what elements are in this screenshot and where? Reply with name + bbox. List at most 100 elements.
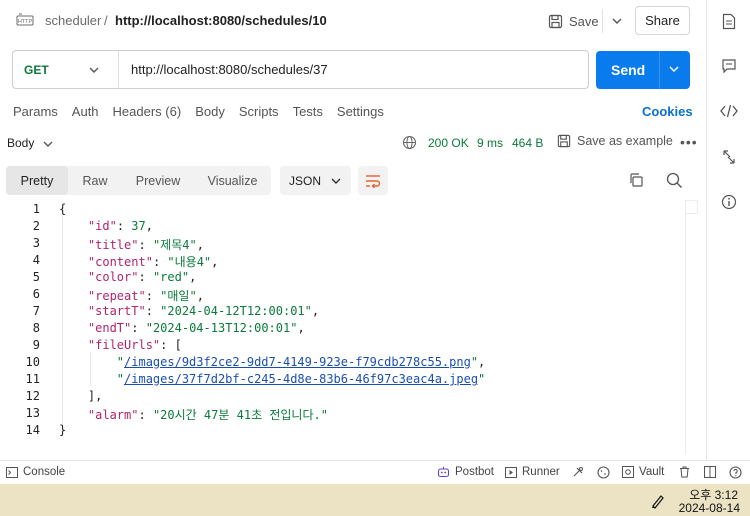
code-icon[interactable] bbox=[719, 101, 739, 121]
breadcrumb-request-name[interactable]: http://localhost:8080/schedules/10 bbox=[115, 13, 327, 28]
comments-icon[interactable] bbox=[719, 56, 739, 76]
vertical-scrollbar[interactable] bbox=[685, 200, 698, 454]
line-number: 5 bbox=[32, 270, 40, 284]
tab-preview[interactable]: Preview bbox=[122, 166, 194, 195]
line-number: 9 bbox=[32, 338, 40, 352]
url-bar: GET http://localhost:8080/schedules/37 bbox=[12, 50, 589, 89]
chevron-down-icon[interactable] bbox=[43, 135, 53, 150]
json-string: "20시간 47분 41초 전입니다." bbox=[152, 408, 328, 422]
json-key: "startT" bbox=[87, 304, 146, 318]
code-line: "/images/37f7d2bf-c245-4d8e-83b6-46f97c3… bbox=[116, 372, 486, 386]
request-header: HTTP scheduler / http://localhost:8080/s… bbox=[0, 0, 706, 42]
method-chevron-icon[interactable] bbox=[89, 61, 99, 76]
line-number: 12 bbox=[25, 389, 40, 403]
cookie-icon[interactable] bbox=[597, 466, 610, 479]
globe-icon[interactable] bbox=[402, 135, 417, 150]
line-number: 14 bbox=[25, 423, 40, 437]
response-body-code[interactable]: 1 { 2 "id": 37, 3 "title": "제목4", 4 "con… bbox=[0, 199, 706, 454]
console-button[interactable]: Console bbox=[6, 466, 65, 478]
runner-button[interactable]: Runner bbox=[505, 466, 560, 478]
send-button[interactable]: Send bbox=[596, 51, 690, 89]
tab-auth[interactable]: Auth bbox=[72, 104, 99, 122]
more-options-icon[interactable]: ••• bbox=[680, 134, 698, 150]
tab-pretty[interactable]: Pretty bbox=[6, 166, 68, 195]
pen-icon[interactable] bbox=[650, 493, 666, 509]
code-line: } bbox=[59, 423, 66, 437]
divider bbox=[602, 9, 603, 33]
tab-scripts[interactable]: Scripts bbox=[239, 104, 279, 122]
code-line: "endT": "2024-04-13T12:00:01", bbox=[87, 321, 305, 335]
breadcrumb-collection[interactable]: scheduler bbox=[45, 13, 101, 28]
save-label: Save bbox=[569, 13, 599, 29]
format-select[interactable]: JSON bbox=[280, 166, 351, 195]
save-icon bbox=[557, 134, 571, 148]
capture-icon[interactable] bbox=[572, 466, 584, 478]
vault-icon bbox=[622, 466, 634, 478]
code-line: "id": 37, bbox=[87, 219, 153, 233]
json-url-link[interactable]: /images/9d3f2ce2-9dd7-4149-923e-f79cdb27… bbox=[124, 355, 471, 369]
save-button[interactable]: Save bbox=[548, 8, 599, 34]
share-button[interactable]: Share bbox=[635, 6, 690, 35]
json-key: "alarm" bbox=[87, 408, 139, 422]
documentation-icon[interactable] bbox=[719, 11, 739, 31]
json-string: "2024-04-13T12:00:01" bbox=[145, 321, 298, 335]
code-line: "content": "내용4", bbox=[87, 255, 219, 269]
runner-icon bbox=[505, 466, 517, 478]
trash-icon[interactable] bbox=[679, 466, 690, 478]
http-icon: HTTP bbox=[16, 13, 34, 26]
tab-tests[interactable]: Tests bbox=[293, 104, 323, 122]
format-label: JSON bbox=[289, 173, 322, 188]
send-label: Send bbox=[611, 62, 646, 78]
status-badge[interactable]: 200 OK bbox=[428, 136, 469, 150]
line-number: 2 bbox=[32, 219, 40, 233]
code-line: "alarm": "20시간 47분 41초 전입니다." bbox=[87, 408, 328, 422]
wrap-lines-button[interactable] bbox=[358, 166, 388, 195]
line-number: 10 bbox=[25, 355, 40, 369]
json-key: "title" bbox=[87, 238, 139, 252]
chevron-down-icon bbox=[612, 18, 622, 24]
json-key: "fileUrls" bbox=[87, 338, 161, 352]
code-line: { bbox=[59, 202, 66, 216]
url-input[interactable]: http://localhost:8080/schedules/37 bbox=[131, 62, 328, 77]
code-line: ], bbox=[59, 389, 102, 403]
tab-visualize[interactable]: Visualize bbox=[194, 166, 271, 195]
json-string: "매일" bbox=[160, 289, 197, 303]
save-as-example-button[interactable]: Save as example bbox=[557, 134, 673, 148]
save-options-button[interactable] bbox=[606, 8, 628, 34]
tab-params[interactable]: Params bbox=[13, 104, 58, 122]
code-line: "fileUrls": [ bbox=[87, 338, 182, 352]
response-size[interactable]: 464 B bbox=[512, 136, 543, 150]
tab-headers[interactable]: Headers (6) bbox=[113, 104, 182, 122]
cookies-link[interactable]: Cookies bbox=[642, 104, 693, 119]
code-line: "color": "red", bbox=[87, 270, 197, 284]
svg-text:HTTP: HTTP bbox=[18, 19, 33, 25]
save-as-example-label: Save as example bbox=[577, 134, 673, 148]
code-line: "startT": "2024-04-12T12:00:01", bbox=[87, 304, 320, 318]
json-string: "내용4" bbox=[167, 255, 212, 269]
wrap-lines-icon bbox=[366, 174, 381, 188]
json-bracket: [ bbox=[174, 338, 182, 352]
response-time[interactable]: 9 ms bbox=[477, 136, 503, 150]
help-icon[interactable] bbox=[729, 466, 742, 479]
copy-icon[interactable] bbox=[628, 172, 644, 188]
line-number: 11 bbox=[25, 372, 40, 386]
json-key: "id" bbox=[87, 219, 117, 233]
tab-raw[interactable]: Raw bbox=[68, 166, 122, 195]
json-url-link[interactable]: /images/37f7d2bf-c245-4d8e-83b6-46f97c3e… bbox=[124, 372, 478, 386]
divider bbox=[118, 51, 119, 88]
info-icon[interactable] bbox=[719, 192, 739, 212]
code-line: "/images/9d3f2ce2-9dd7-4149-923e-f79cdb2… bbox=[116, 355, 486, 369]
tab-settings[interactable]: Settings bbox=[337, 104, 384, 122]
related-collections-icon[interactable] bbox=[719, 147, 739, 167]
tab-body[interactable]: Body bbox=[195, 104, 225, 122]
scrollbar-thumb[interactable] bbox=[685, 200, 698, 214]
method-select[interactable]: GET bbox=[24, 63, 49, 77]
json-string: "red" bbox=[152, 270, 190, 284]
response-body-selector[interactable]: Body bbox=[7, 136, 34, 150]
taskbar-clock-date[interactable]: 2024-08-14 bbox=[676, 501, 740, 515]
search-icon[interactable] bbox=[666, 172, 683, 189]
vault-button[interactable]: Vault bbox=[622, 466, 664, 478]
postbot-button[interactable]: Postbot bbox=[437, 466, 494, 478]
layout-icon[interactable] bbox=[704, 466, 716, 478]
send-options-chevron-icon[interactable] bbox=[666, 61, 682, 77]
